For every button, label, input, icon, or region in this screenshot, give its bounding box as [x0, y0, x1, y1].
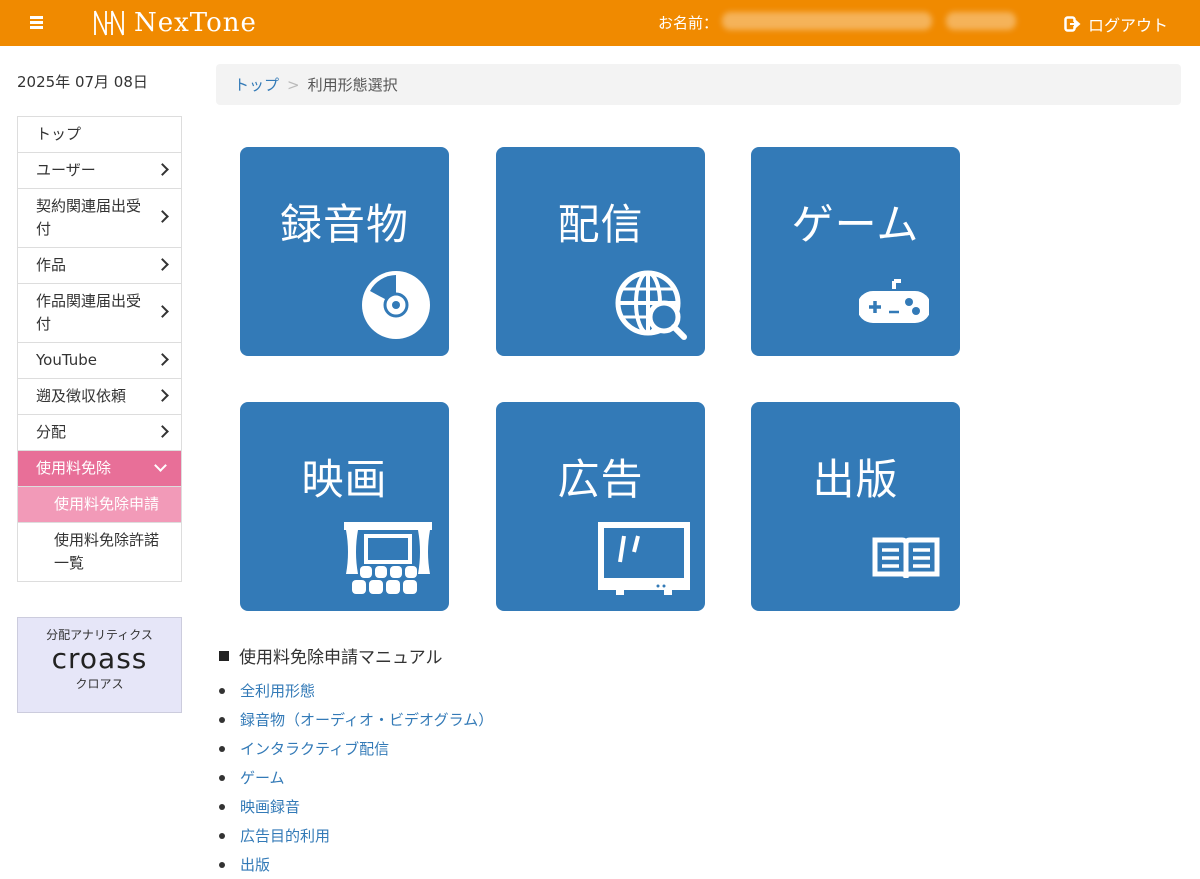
sidebar-item-label: 作品 [36, 256, 67, 274]
sidebar-item-youtube[interactable]: YouTube [18, 343, 181, 379]
sidebar-item-label: ユーザー [36, 161, 96, 179]
sidebar-item-label: YouTube [36, 351, 97, 369]
breadcrumb: トップ > 利用形態選択 [216, 64, 1181, 105]
chevron-right-icon [156, 210, 169, 223]
tile-recording[interactable]: 録音物 [240, 147, 449, 356]
chevron-right-icon [156, 305, 169, 318]
manual-link-movie[interactable]: 映画録音 [240, 796, 300, 817]
breadcrumb-current: 利用形態選択 [307, 76, 398, 94]
nextone-logo[interactable]: NexTone [92, 6, 257, 40]
chevron-right-icon [156, 257, 169, 271]
user-name-label: お名前： [658, 14, 719, 32]
sidebar-item-works-notice[interactable]: 作品関連届出受付 [18, 284, 181, 343]
tv-icon [598, 522, 690, 595]
sidebar-item-exemption[interactable]: 使用料免除 [18, 451, 181, 487]
sidebar-item-distribution[interactable]: 分配 [18, 415, 181, 451]
manual-link-advertising[interactable]: 広告目的利用 [240, 825, 330, 846]
sidebar-subitem-exemption-apply[interactable]: 使用料免除申請 [18, 487, 181, 523]
croass-logo: croass [51, 642, 148, 675]
logout-button[interactable]: ログアウト [1064, 12, 1168, 36]
sidebar-item-label: 契約関連届出受付 [36, 197, 142, 238]
chevron-right-icon [156, 352, 169, 366]
list-item: 全利用形態 [219, 676, 493, 705]
manual-title-text: 使用料免除申請マニュアル [239, 648, 443, 668]
manual-link-all[interactable]: 全利用形態 [240, 680, 315, 701]
user-name-redacted [722, 12, 1022, 32]
list-item: 広告目的利用 [219, 821, 493, 850]
sidebar-item-label: トップ [36, 125, 82, 143]
globe-search-icon [615, 270, 687, 340]
book-icon [872, 537, 940, 579]
manual-link-recording[interactable]: 録音物（オーディオ・ビデオグラム） [240, 709, 493, 730]
list-item: インタラクティブ配信 [219, 734, 493, 763]
chevron-down-icon [154, 458, 167, 472]
sidebar-item-user[interactable]: ユーザー [18, 153, 181, 189]
list-item: 出版 [219, 850, 493, 879]
chevron-right-icon [156, 388, 169, 402]
sidebar-item-works[interactable]: 作品 [18, 248, 181, 284]
tile-label: 映画 [301, 455, 388, 504]
hamburger-menu-icon[interactable] [26, 12, 48, 34]
banner-caption: 分配アナリティクス [46, 628, 153, 642]
sidebar-item-label: 作品関連届出受付 [36, 292, 142, 333]
manual-link-list: 全利用形態 録音物（オーディオ・ビデオグラム） インタラクティブ配信 ゲーム 映… [219, 676, 493, 879]
tile-publishing[interactable]: 出版 [751, 402, 960, 611]
sidebar-item-label: 使用料免除 [36, 459, 112, 477]
manual-link-game[interactable]: ゲーム [240, 767, 285, 788]
sidebar-nav: トップ ユーザー 契約関連届出受付 作品 作品関連届出受付 YouTube 遡及… [17, 116, 182, 582]
sidebar-item-retroactive[interactable]: 遡及徴収依頼 [18, 379, 181, 415]
sidebar-item-label: 分配 [36, 423, 67, 441]
sidebar-item-top[interactable]: トップ [18, 117, 181, 153]
top-header: NexTone お名前： ログアウト [0, 0, 1200, 46]
tile-distribution[interactable]: 配信 [496, 147, 705, 356]
banner-subcaption: クロアス [75, 677, 124, 691]
gamepad-icon [859, 279, 929, 323]
tile-label: 配信 [557, 200, 644, 249]
tile-label: 録音物 [279, 200, 409, 249]
chevron-right-icon [156, 424, 169, 438]
logout-icon [1064, 16, 1081, 32]
sidebar-item-contract[interactable]: 契約関連届出受付 [18, 189, 181, 248]
sidebar-subitem-exemption-list[interactable]: 使用料免除許諾一覧 [18, 523, 181, 581]
list-item: 録音物（オーディオ・ビデオグラム） [219, 705, 493, 734]
tile-advertising[interactable]: 広告 [496, 402, 705, 611]
logout-label: ログアウト [1088, 16, 1169, 35]
tile-label: ゲーム [791, 200, 920, 249]
list-item: ゲーム [219, 763, 493, 792]
sidebar-item-label: 遡及徴収依頼 [36, 387, 127, 405]
chevron-right-icon [156, 162, 169, 176]
manual-link-publishing[interactable]: 出版 [240, 854, 270, 875]
breadcrumb-separator: > [287, 76, 300, 94]
logo-text: NexTone [134, 8, 257, 38]
manual-section-title: 使用料免除申請マニュアル [219, 643, 443, 668]
tile-game[interactable]: ゲーム [751, 147, 960, 356]
cd-icon [362, 271, 430, 339]
croass-banner[interactable]: 分配アナリティクス croass クロアス [17, 617, 182, 713]
tile-label: 広告 [557, 455, 644, 504]
theater-icon [344, 522, 432, 594]
tile-movie[interactable]: 映画 [240, 402, 449, 611]
manual-link-interactive[interactable]: インタラクティブ配信 [240, 738, 389, 759]
current-date: 2025年 07月 08日 [17, 73, 148, 91]
list-item: 映画録音 [219, 792, 493, 821]
tile-label: 出版 [812, 455, 899, 504]
breadcrumb-home-link[interactable]: トップ [234, 76, 279, 94]
logo-mark-icon [94, 10, 124, 36]
